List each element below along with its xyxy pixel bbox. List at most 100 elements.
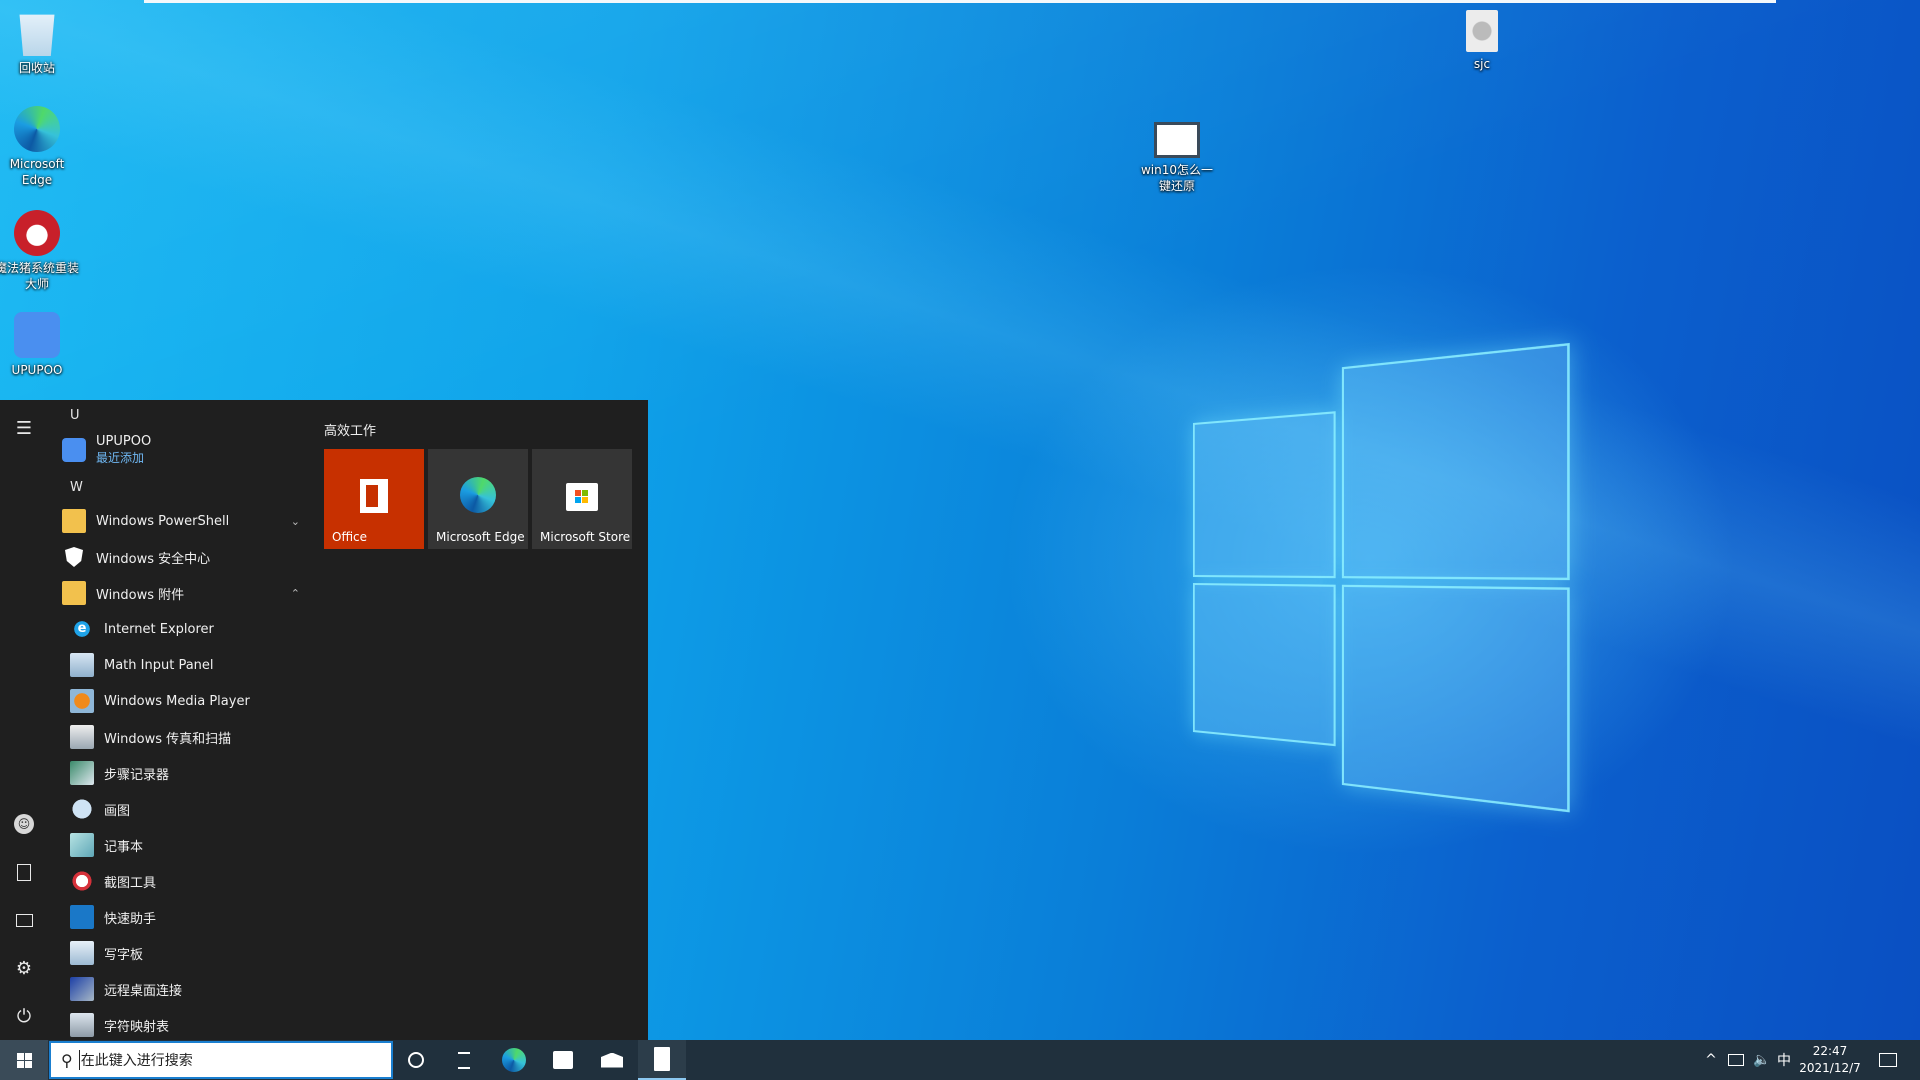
app-label: Windows 安全中心: [96, 551, 211, 567]
app-fax-and-scan[interactable]: Windows 传真和扫描: [70, 720, 310, 754]
quick-assist-icon: [70, 905, 94, 929]
app-windows-powershell[interactable]: Windows PowerShell ⌄: [62, 504, 302, 538]
chevron-up-icon[interactable]: ⌃: [291, 587, 300, 600]
tile-group-title[interactable]: 高效工作: [324, 420, 376, 439]
app-paint[interactable]: 画图: [70, 792, 310, 826]
wordpad-icon: [70, 941, 94, 965]
remote-desktop-icon: [70, 977, 94, 1001]
volume-icon: 🔈: [1753, 1052, 1771, 1068]
app-label: Windows 传真和扫描: [104, 731, 232, 747]
app-quick-assist[interactable]: 快速助手: [70, 900, 310, 934]
snipping-tool-icon: [70, 869, 94, 893]
desktop-icon-video[interactable]: win10怎么一键还原: [1135, 118, 1219, 194]
steps-recorder-icon: [70, 761, 94, 785]
desktop-icon-label: 回收站: [18, 61, 55, 75]
app-upupoo[interactable]: UPUPOO 最近添加: [62, 429, 302, 471]
desktop-icon-label: win10怎么一键还原: [1140, 163, 1214, 193]
tile-label: Office: [332, 530, 368, 544]
desktop-icon-label: Microsoft Edge: [9, 157, 65, 187]
settings-icon[interactable]: ⚙: [12, 956, 36, 980]
app-list: U UPUPOO 最近添加 W Windows PowerShell ⌄ Win…: [48, 400, 308, 1040]
folder-icon: [62, 509, 86, 533]
mofazhu-icon: [14, 210, 60, 256]
taskbar-edge-button[interactable]: [490, 1040, 538, 1080]
user-icon[interactable]: ☺: [12, 812, 36, 836]
taskbar-store-button[interactable]: [539, 1040, 587, 1080]
desktop-icon-label: sjc: [1473, 57, 1491, 71]
task-view-button[interactable]: [440, 1040, 488, 1080]
edge-icon: [460, 477, 496, 513]
app-label: Math Input Panel: [104, 657, 214, 673]
desktop-icon-sjc[interactable]: sjc: [1440, 4, 1524, 72]
app-label: 字符映射表: [104, 1019, 170, 1035]
notification-icon: [1879, 1053, 1897, 1067]
app-steps-recorder[interactable]: 步骤记录器: [70, 756, 310, 790]
app-wordpad[interactable]: 写字板: [70, 936, 310, 970]
cortana-button[interactable]: [392, 1040, 440, 1080]
app-windows-accessories[interactable]: Windows 附件 ⌃: [62, 576, 302, 610]
app-label: 步骤记录器: [104, 767, 170, 783]
app-internet-explorer[interactable]: e Internet Explorer: [70, 612, 310, 646]
logo-pane: [1193, 411, 1336, 579]
logo-pane: [1193, 583, 1336, 747]
app-math-input-panel[interactable]: Math Input Panel: [70, 648, 310, 682]
logo-pane: [1341, 584, 1570, 813]
documents-icon[interactable]: [12, 860, 36, 884]
search-input[interactable]: 在此键入进行搜索: [78, 1050, 193, 1070]
office-icon: [360, 479, 388, 513]
app-windows-security[interactable]: Windows 安全中心: [62, 540, 302, 574]
logo-pane: [1341, 342, 1570, 581]
start-button[interactable]: [0, 1040, 48, 1080]
cortana-icon: [408, 1052, 424, 1068]
desktop-icon-recycle-bin[interactable]: 回收站: [0, 4, 79, 76]
app-notepad[interactable]: 记事本: [70, 828, 310, 862]
paint-icon: [70, 797, 94, 821]
fax-scan-icon: [70, 725, 94, 749]
volume-button[interactable]: 🔈: [1750, 1040, 1774, 1080]
app-remote-desktop[interactable]: 远程桌面连接: [70, 972, 310, 1006]
start-rail: ☰ ☺ ⚙ ⏻: [0, 400, 48, 1040]
app-character-map[interactable]: 字符映射表: [70, 1008, 310, 1042]
desktop-icon-mofazhu[interactable]: 魔法猪系统重装大师: [0, 204, 79, 292]
taskbar-calculator-button[interactable]: [638, 1040, 686, 1080]
app-label: UPUPOO: [96, 434, 152, 449]
disc-image-icon: [1466, 10, 1498, 52]
app-label: Windows 附件: [96, 587, 185, 603]
math-input-icon: [70, 653, 94, 677]
network-button[interactable]: [1724, 1040, 1748, 1080]
shield-icon: [65, 547, 83, 567]
section-letter[interactable]: U: [70, 408, 80, 423]
tile-microsoft-store[interactable]: Microsoft Store: [532, 449, 632, 549]
desktop-icon-upupoo[interactable]: UPUPOO: [0, 306, 79, 378]
taskbar-mail-button[interactable]: [588, 1040, 636, 1080]
app-label: 快速助手: [104, 911, 157, 927]
power-icon[interactable]: ⏻: [12, 1004, 36, 1028]
ime-indicator: 中: [1777, 1053, 1791, 1069]
action-center-button[interactable]: [1866, 1040, 1910, 1080]
clock[interactable]: 22:47 2021/12/7: [1790, 1043, 1870, 1077]
hamburger-icon[interactable]: ☰: [12, 416, 36, 440]
pictures-icon[interactable]: [12, 908, 36, 932]
app-label: 截图工具: [104, 875, 157, 891]
section-letter[interactable]: W: [70, 480, 83, 495]
tile-label: Microsoft Store: [540, 530, 631, 544]
tile-microsoft-edge[interactable]: Microsoft Edge: [428, 449, 528, 549]
app-label: 远程桌面连接: [104, 983, 183, 999]
recycle-bin-icon: [19, 14, 55, 56]
network-icon: [1728, 1054, 1744, 1066]
top-edge-bar: [144, 0, 1776, 3]
desktop-icon-edge[interactable]: Microsoft Edge: [0, 100, 79, 188]
app-label: 记事本: [104, 839, 144, 855]
search-box[interactable]: ⚲ 在此键入进行搜索: [49, 1041, 393, 1079]
upupoo-icon: [14, 312, 60, 358]
app-label: 画图: [104, 803, 131, 819]
search-icon: ⚲: [61, 1050, 73, 1070]
tile-office[interactable]: Office: [324, 449, 424, 549]
app-windows-media-player[interactable]: Windows Media Player: [70, 684, 310, 718]
chevron-down-icon[interactable]: ⌄: [291, 515, 300, 528]
show-hidden-icons-button[interactable]: ^: [1700, 1040, 1722, 1080]
clock-time: 22:47: [1812, 1044, 1848, 1058]
app-label: Windows PowerShell: [96, 513, 230, 529]
clock-date: 2021/12/7: [1799, 1061, 1861, 1075]
app-snipping-tool[interactable]: 截图工具: [70, 864, 310, 898]
